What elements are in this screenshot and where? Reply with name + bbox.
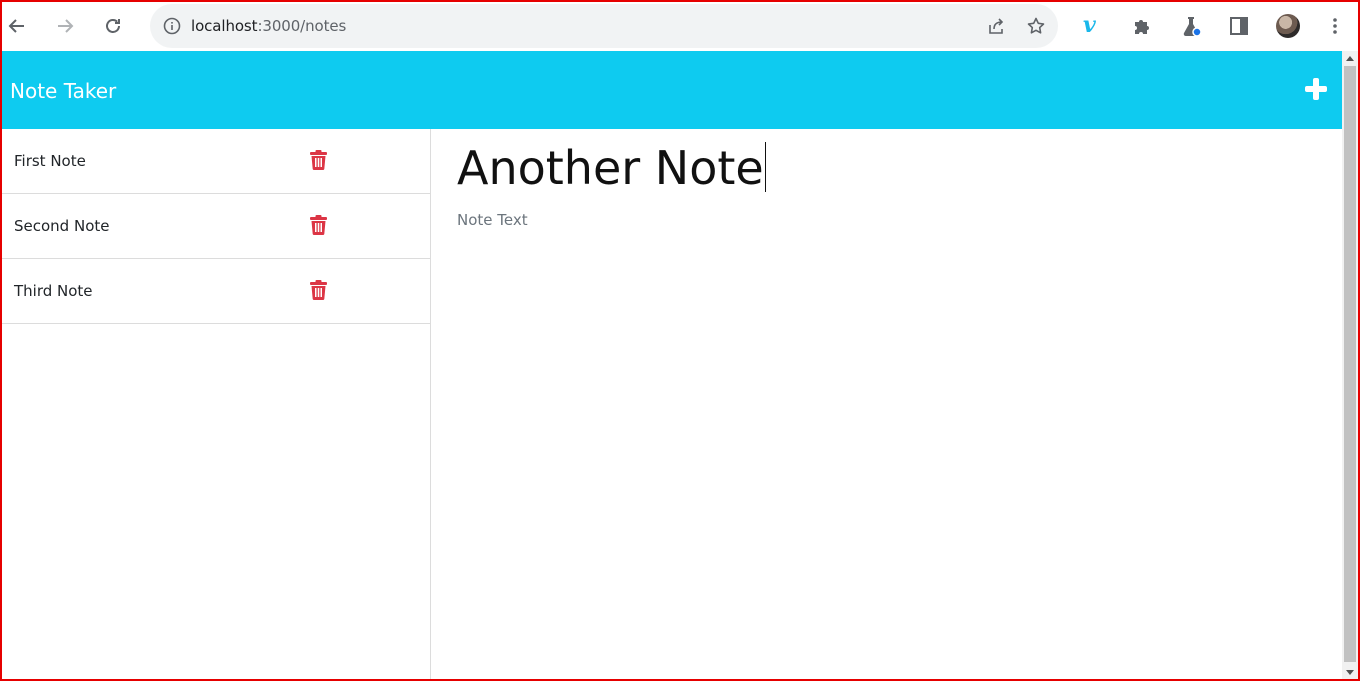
menu-button[interactable] <box>1319 10 1351 42</box>
scroll-up-arrow-icon[interactable] <box>1346 56 1354 61</box>
info-icon[interactable] <box>162 16 182 36</box>
forward-button[interactable] <box>49 10 81 42</box>
app-brand[interactable]: Note Taker <box>10 79 116 103</box>
list-item[interactable]: Second Note <box>2 194 430 259</box>
back-button[interactable] <box>1 10 33 42</box>
url-host: localhost <box>191 17 258 35</box>
note-text-placeholder: Note Text <box>457 211 528 229</box>
list-item[interactable]: First Note <box>2 129 430 194</box>
star-icon <box>1027 17 1045 34</box>
app-navbar: Note Taker <box>2 51 1342 129</box>
note-list: First Note Second Note Third Note <box>2 129 431 681</box>
puzzle-icon <box>1135 20 1149 34</box>
more-vertical-icon <box>1333 18 1337 34</box>
side-panel-icon <box>1230 17 1248 35</box>
note-title-label: Second Note <box>14 217 110 235</box>
profile-avatar[interactable] <box>1276 14 1300 38</box>
list-item[interactable]: Third Note <box>2 259 430 324</box>
trash-icon[interactable] <box>310 280 327 300</box>
bookmark-button[interactable] <box>1024 14 1048 38</box>
note-title-label: Third Note <box>14 282 93 300</box>
note-title-label: First Note <box>14 152 86 170</box>
share-icon <box>989 18 1004 34</box>
trash-icon[interactable] <box>310 215 327 235</box>
note-title-value: Another Note <box>457 141 764 195</box>
note-text-area[interactable]: Note Text <box>457 211 528 229</box>
reload-icon <box>106 19 120 33</box>
url-text[interactable]: localhost:3000/notes <box>191 17 346 35</box>
scroll-down-arrow-icon[interactable] <box>1346 670 1354 675</box>
trash-icon[interactable] <box>310 150 327 170</box>
arrow-right-icon <box>58 19 74 33</box>
share-button[interactable] <box>984 14 1008 38</box>
reload-button[interactable] <box>97 10 129 42</box>
side-panel-button[interactable] <box>1223 10 1255 42</box>
flask-icon <box>1183 17 1202 37</box>
vimeo-icon[interactable]: v <box>1083 12 1096 38</box>
plus-icon[interactable] <box>1302 76 1330 104</box>
browser-toolbar: localhost:3000/notes v <box>0 0 1360 51</box>
scrollbar-thumb[interactable] <box>1344 66 1356 662</box>
page-scrollbar[interactable] <box>1342 51 1358 679</box>
note-title-input[interactable]: Another Note <box>457 141 1317 195</box>
labs-button[interactable] <box>1175 10 1207 42</box>
address-bar[interactable]: localhost:3000/notes <box>150 4 1058 48</box>
extensions-button[interactable] <box>1127 10 1159 42</box>
text-caret <box>764 142 766 192</box>
note-editor: Another Note Note Text <box>432 129 1342 681</box>
arrow-left-icon <box>8 19 24 33</box>
url-path: :3000/notes <box>257 17 347 35</box>
